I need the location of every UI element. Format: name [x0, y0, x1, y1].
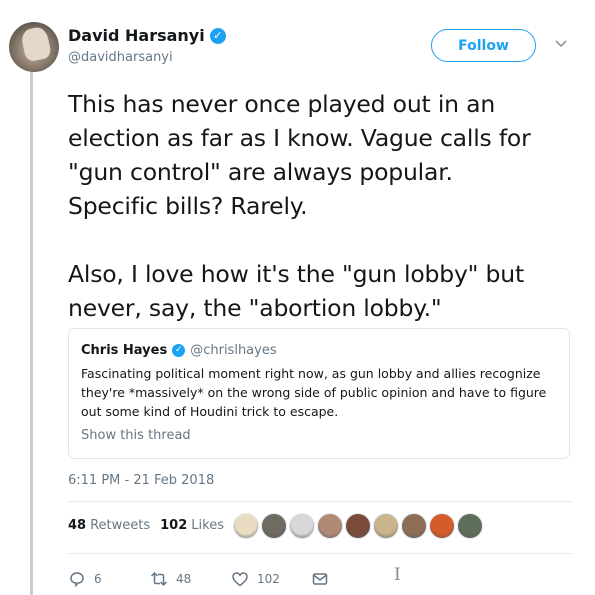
liker-avatar[interactable]	[233, 513, 259, 539]
reply-icon	[70, 572, 84, 588]
likes-label: Likes	[191, 518, 224, 533]
reply-button[interactable]: 6	[68, 570, 102, 588]
liker-avatars	[233, 513, 483, 539]
author-display-name[interactable]: David Harsanyi	[68, 26, 205, 45]
avatar-image	[19, 25, 53, 63]
liker-avatar[interactable]	[261, 513, 287, 539]
quoted-tweet[interactable]: Chris Hayes ✓ @chrislhayes Fascinating p…	[68, 328, 570, 459]
liker-avatar[interactable]	[429, 513, 455, 539]
retweet-icon	[150, 571, 168, 587]
quoted-display-name: Chris Hayes	[81, 343, 168, 358]
liker-avatar[interactable]	[373, 513, 399, 539]
follow-button[interactable]: Follow	[431, 29, 536, 62]
heart-icon	[232, 572, 248, 587]
quoted-handle: @chrislhayes	[190, 343, 277, 358]
quoted-tweet-text: Fascinating political moment right now, …	[81, 366, 547, 419]
like-button[interactable]: 102	[231, 570, 280, 588]
retweets-stat[interactable]: 48 Retweets	[68, 518, 150, 533]
tweet-stats: 48 Retweets 102 Likes	[68, 518, 224, 533]
show-thread-link[interactable]: Show this thread	[81, 428, 191, 443]
reply-count: 6	[94, 572, 102, 586]
verified-badge-icon: ✓	[172, 344, 186, 357]
author-name-row[interactable]: David Harsanyi ✓	[68, 26, 226, 45]
thread-line	[30, 70, 33, 595]
liker-avatar[interactable]	[345, 513, 371, 539]
direct-message-button[interactable]	[311, 570, 329, 588]
retweets-label: Retweets	[90, 518, 151, 533]
chevron-down-icon[interactable]	[553, 38, 569, 50]
tweet-text: This has never once played out in an ele…	[68, 90, 531, 322]
liker-avatar[interactable]	[317, 513, 343, 539]
liker-avatar[interactable]	[289, 513, 315, 539]
liker-avatar[interactable]	[457, 513, 483, 539]
avatar[interactable]	[9, 22, 59, 72]
likes-stat[interactable]: 102 Likes	[160, 518, 224, 533]
retweet-count: 48	[176, 572, 192, 586]
divider	[68, 501, 573, 502]
likes-count: 102	[160, 518, 188, 533]
like-count: 102	[257, 572, 280, 586]
retweet-button[interactable]: 48	[150, 570, 191, 588]
divider	[68, 553, 573, 554]
quoted-tweet-header: Chris Hayes ✓ @chrislhayes	[81, 343, 277, 358]
tweet-timestamp[interactable]: 6:11 PM - 21 Feb 2018	[68, 473, 214, 488]
verified-badge-icon: ✓	[209, 27, 226, 44]
tweet-actions: 6 48 102	[68, 570, 368, 590]
liker-avatar[interactable]	[401, 513, 427, 539]
text-cursor-icon: I	[394, 565, 401, 585]
envelope-icon	[312, 573, 328, 585]
retweets-count: 48	[68, 518, 87, 533]
author-handle[interactable]: @davidharsanyi	[68, 50, 173, 65]
